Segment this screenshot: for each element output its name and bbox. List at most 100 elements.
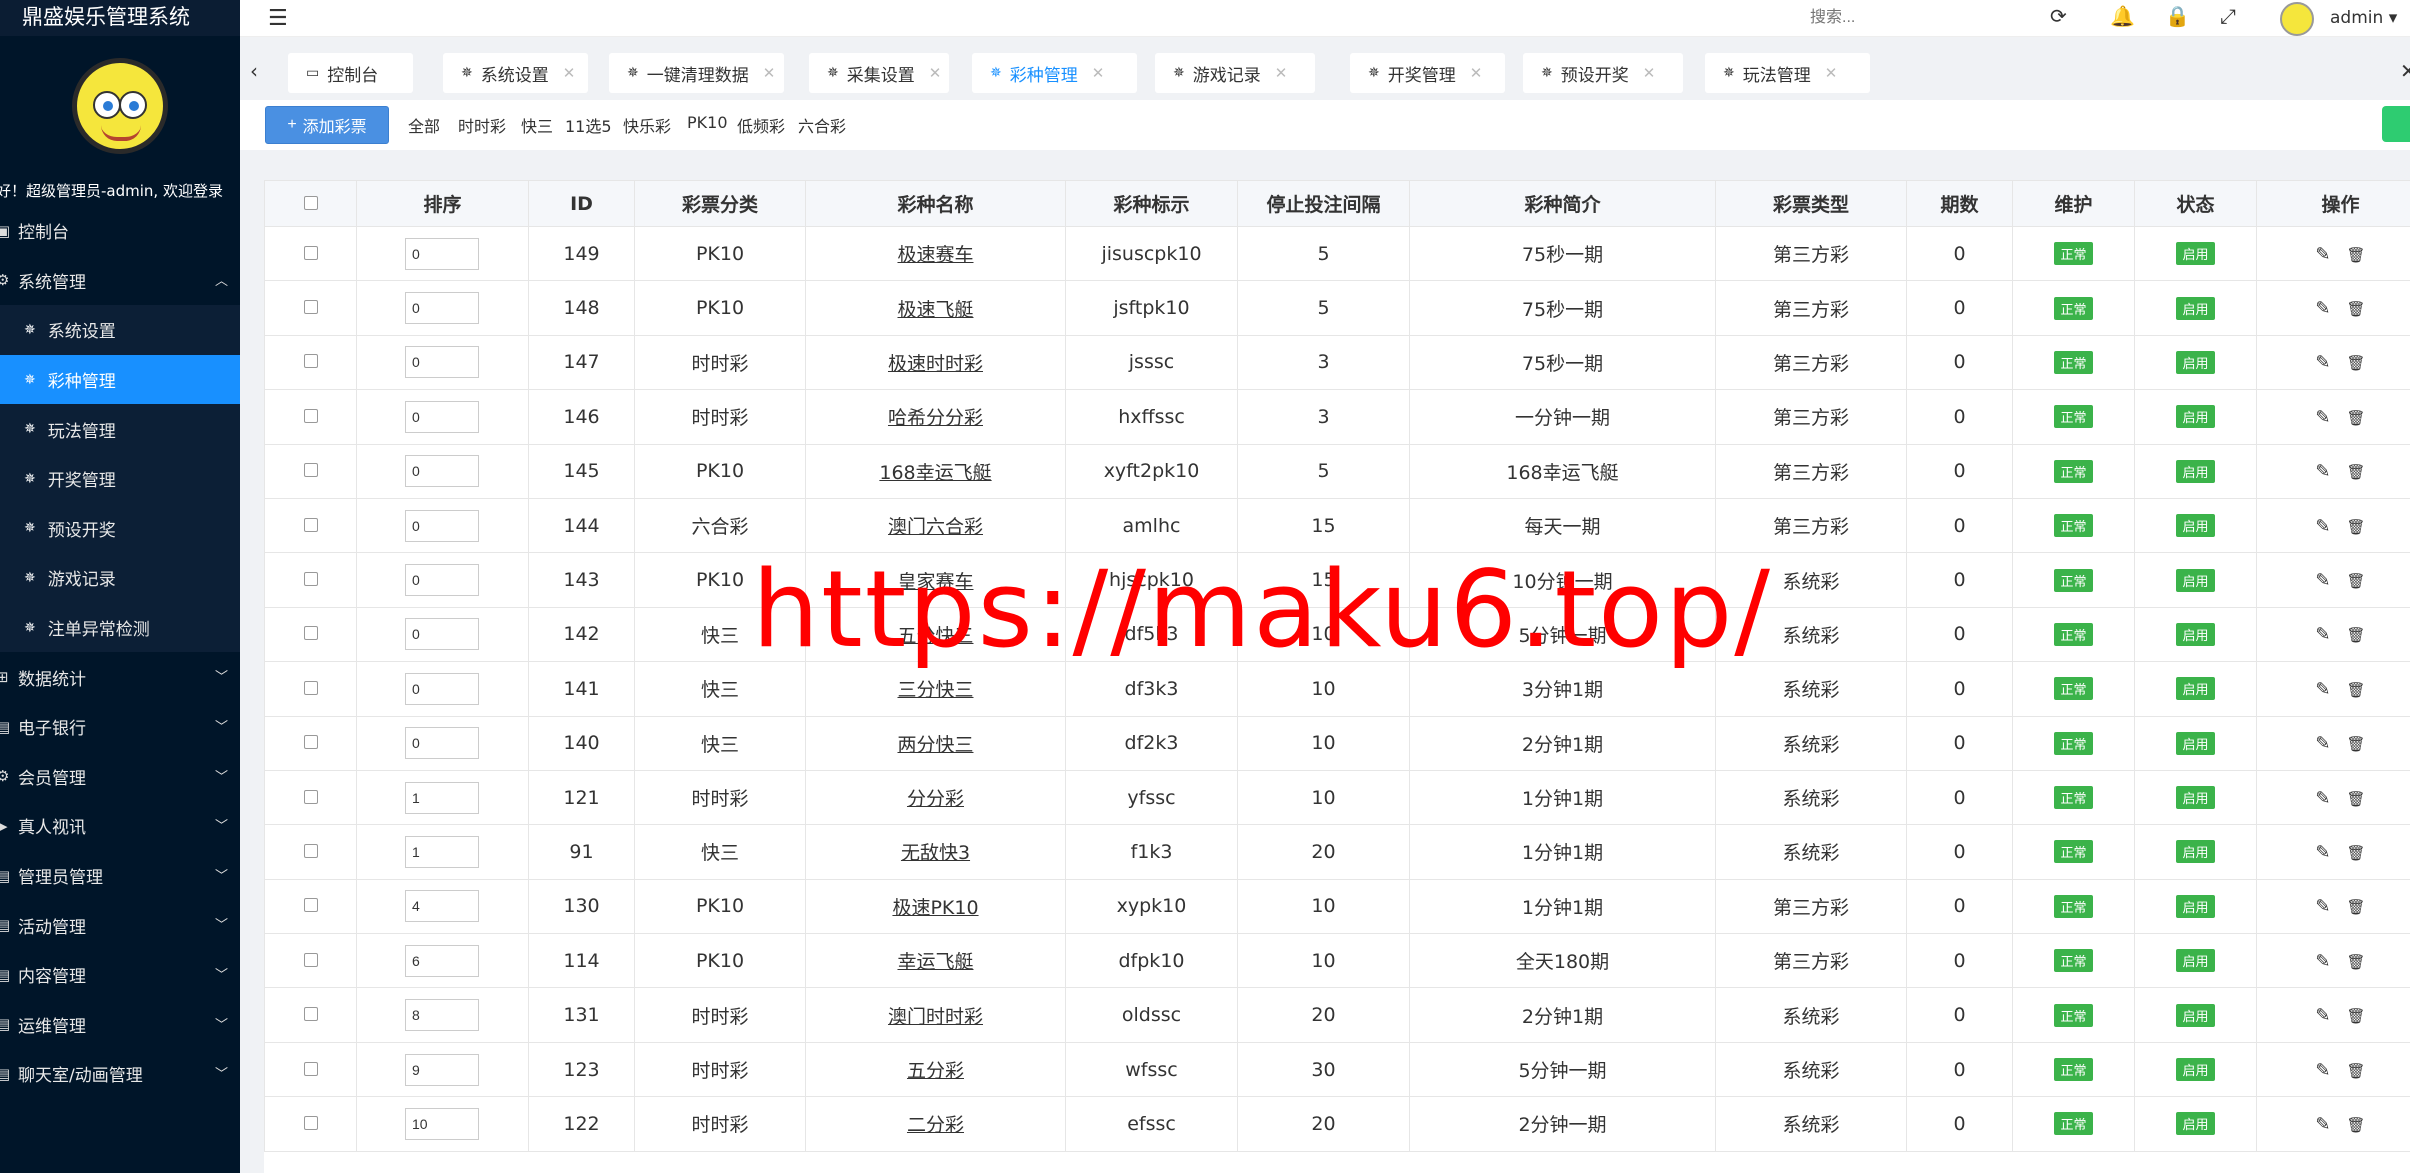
delete-icon[interactable]: 🗑 [2347,898,2366,916]
row-checkbox[interactable] [303,463,318,478]
sort-input[interactable] [405,509,479,542]
sort-input[interactable] [405,781,479,814]
maintenance-badge[interactable]: 正常 [2054,1112,2093,1136]
sidebar-item-12[interactable]: ▶ 真人视讯 ﹀ [0,801,240,851]
edit-icon[interactable]: ✎ [2315,1114,2330,1135]
edit-icon[interactable]: ✎ [2315,461,2330,482]
delete-icon[interactable]: 🗑 [2347,953,2366,971]
sort-input[interactable] [405,455,479,488]
row-checkbox[interactable] [303,1115,318,1130]
sort-input[interactable] [405,890,479,923]
maintenance-badge[interactable]: 正常 [2054,242,2093,266]
sidebar-item-5[interactable]: ✵ 开奖管理 [0,453,240,504]
sidebar-item-14[interactable]: ▤ 活动管理 ﹀ [0,900,240,950]
status-badge[interactable]: 启用 [2176,296,2215,320]
close-icon[interactable]: ✕ [1825,64,1838,82]
close-icon[interactable]: ✕ [763,64,776,82]
sidebar-item-3[interactable]: ✵ 彩种管理 [0,354,240,405]
lottery-name-link[interactable]: 极速飞艇 [897,299,973,321]
row-checkbox[interactable] [303,843,318,858]
delete-icon[interactable]: 🗑 [2347,246,2366,264]
tab-2[interactable]: ✵ 一键清理数据 ✕ [609,53,784,93]
tab-0[interactable]: ▭ 控制台 [288,53,413,93]
sort-input[interactable] [405,400,479,433]
maintenance-badge[interactable]: 正常 [2054,514,2093,538]
row-checkbox[interactable] [303,789,318,804]
maintenance-badge[interactable]: 正常 [2054,786,2093,810]
user-menu[interactable]: admin ▾ [2330,8,2397,28]
select-all-checkbox[interactable] [303,195,318,210]
sidebar-item-17[interactable]: ▤ 聊天室/动画管理 ﹀ [0,1049,240,1099]
add-lottery-button[interactable]: + 添加彩票 [265,106,389,144]
maintenance-badge[interactable]: 正常 [2054,840,2093,864]
sidebar-item-0[interactable]: ▣ 控制台 [0,206,240,256]
edit-icon[interactable]: ✎ [2315,624,2330,645]
menu-toggle-icon[interactable]: ☰ [268,6,288,31]
sidebar-item-8[interactable]: ✵ 注单异常检测 [0,602,240,653]
sort-input[interactable] [405,618,479,651]
delete-icon[interactable]: 🗑 [2347,1007,2366,1025]
tab-8[interactable]: ✵ 玩法管理 ✕ [1705,53,1870,93]
row-checkbox[interactable] [303,245,318,260]
sort-input[interactable] [405,1107,479,1140]
lottery-name-link[interactable]: 极速PK10 [892,897,978,919]
row-checkbox[interactable] [303,1061,318,1076]
sort-input[interactable] [405,835,479,868]
edit-icon[interactable]: ✎ [2315,570,2330,591]
sort-input[interactable] [405,292,479,325]
sort-input[interactable] [405,1053,479,1086]
status-badge[interactable]: 启用 [2176,786,2215,810]
lottery-name-link[interactable]: 皇家赛车 [897,571,973,593]
bell-icon[interactable]: 🔔 [2110,4,2135,28]
sort-input[interactable] [405,672,479,705]
row-checkbox[interactable] [303,354,318,369]
sort-input[interactable] [405,999,479,1032]
lottery-name-link[interactable]: 无敌快3 [901,842,970,864]
sort-input[interactable] [405,944,479,977]
delete-icon[interactable]: 🗑 [2347,844,2366,862]
status-badge[interactable]: 启用 [2176,459,2215,483]
refresh-icon[interactable]: ⟳ [2050,4,2067,28]
status-badge[interactable]: 启用 [2176,242,2215,266]
delete-icon[interactable]: 🗑 [2347,409,2366,427]
sidebar-item-9[interactable]: ⊞ 数据统计 ﹀ [0,652,240,702]
tab-6[interactable]: ✵ 开奖管理 ✕ [1350,53,1505,93]
edit-icon[interactable]: ✎ [2315,352,2330,373]
edit-icon[interactable]: ✎ [2315,733,2330,754]
sort-input[interactable] [405,564,479,597]
search-input[interactable] [1810,4,1930,32]
status-badge[interactable]: 启用 [2176,405,2215,429]
row-checkbox[interactable] [303,680,318,695]
edit-icon[interactable]: ✎ [2315,1005,2330,1026]
sidebar-item-13[interactable]: ▤ 管理员管理 ﹀ [0,851,240,901]
sidebar-item-16[interactable]: ▤ 运维管理 ﹀ [0,1000,240,1050]
status-badge[interactable]: 启用 [2176,568,2215,592]
avatar[interactable] [2280,2,2314,36]
lottery-name-link[interactable]: 两分快三 [897,734,973,756]
status-badge[interactable]: 启用 [2176,1112,2215,1136]
edit-icon[interactable]: ✎ [2315,788,2330,809]
sidebar-item-2[interactable]: ✵ 系统设置 [0,305,240,355]
lottery-name-link[interactable]: 三分快三 [897,679,973,701]
filter-0[interactable]: 全部 [408,113,440,137]
row-checkbox[interactable] [303,898,318,913]
delete-icon[interactable]: 🗑 [2347,1062,2366,1080]
delete-icon[interactable]: 🗑 [2347,354,2366,372]
lottery-name-link[interactable]: 澳门时时彩 [888,1006,983,1028]
maintenance-badge[interactable]: 正常 [2054,568,2093,592]
delete-icon[interactable]: 🗑 [2347,572,2366,590]
sort-input[interactable] [405,727,479,760]
sidebar-item-4[interactable]: ✵ 玩法管理 [0,404,240,454]
delete-icon[interactable]: 🗑 [2347,626,2366,644]
filter-2[interactable]: 快三 [521,113,553,137]
lottery-name-link[interactable]: 极速赛车 [897,244,973,266]
tabs-scroll-left-icon[interactable]: ‹ [250,59,258,83]
lottery-name-link[interactable]: 幸运飞艇 [897,951,973,973]
close-icon[interactable]: ✕ [1643,64,1656,82]
close-icon[interactable]: ✕ [563,64,576,82]
edit-icon[interactable]: ✎ [2315,516,2330,537]
sidebar-item-10[interactable]: ▤ 电子银行 ﹀ [0,702,240,752]
edit-icon[interactable]: ✎ [2315,679,2330,700]
filter-5[interactable]: PK10 [687,113,728,132]
row-checkbox[interactable] [303,1007,318,1022]
